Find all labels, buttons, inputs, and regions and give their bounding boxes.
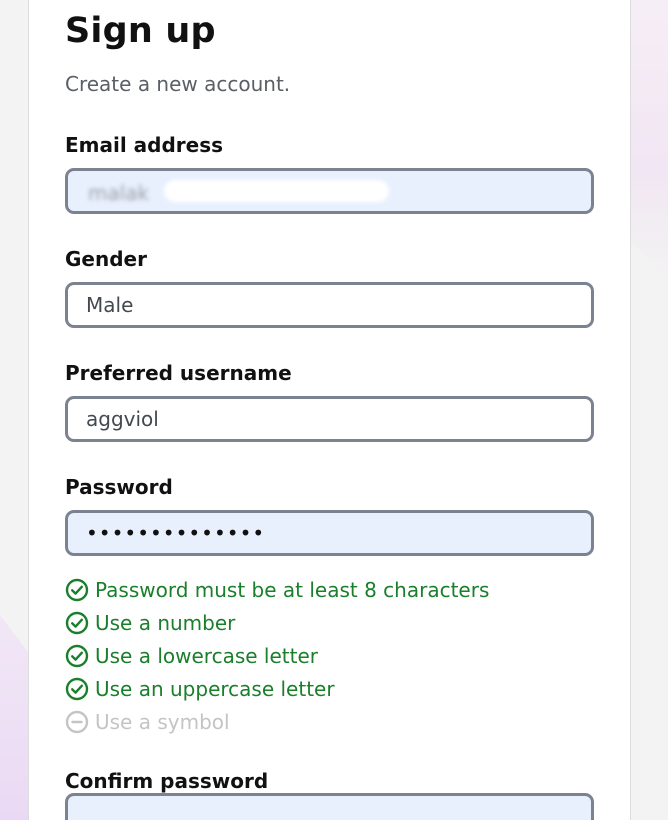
background-decoration-bottom-left [0,615,28,820]
email-blur-mask [164,180,389,202]
gender-label: Gender [65,247,147,271]
email-label: Email address [65,133,224,157]
password-rule-uppercase: Use an uppercase letter [65,672,489,705]
email-field[interactable]: malak [65,168,594,214]
username-field[interactable] [65,396,594,442]
password-rule-number: Use a number [65,606,489,639]
password-rule-text: Use a lowercase letter [95,643,318,668]
password-rule-lowercase: Use a lowercase letter [65,639,489,672]
password-rule-text: Password must be at least 8 characters [95,577,490,602]
password-rule-text: Use an uppercase letter [95,676,335,701]
confirm-password-field[interactable] [65,793,594,820]
check-circle-icon [65,578,89,602]
password-label: Password [65,475,173,499]
page-title: Sign up [65,11,216,51]
password-field[interactable] [65,510,594,556]
check-circle-icon [65,677,89,701]
minus-circle-icon [65,710,89,734]
password-rule-min-length: Password must be at least 8 characters [65,573,489,606]
gender-field[interactable] [65,282,594,328]
confirm-password-label: Confirm password [65,769,269,793]
username-label: Preferred username [65,361,292,385]
password-requirements-list: Password must be at least 8 characters U… [65,573,489,738]
background-decoration-top-right [628,0,668,280]
password-rule-symbol: Use a symbol [65,705,489,738]
signup-card: Sign up Create a new account. Email addr… [28,0,631,820]
email-visible-fragment: malak [88,181,150,205]
password-rule-text: Use a number [95,610,236,635]
page-subtitle: Create a new account. [65,72,291,96]
check-circle-icon [65,644,89,668]
email-redaction: malak [86,177,389,205]
password-rule-text: Use a symbol [95,709,230,734]
check-circle-icon [65,611,89,635]
